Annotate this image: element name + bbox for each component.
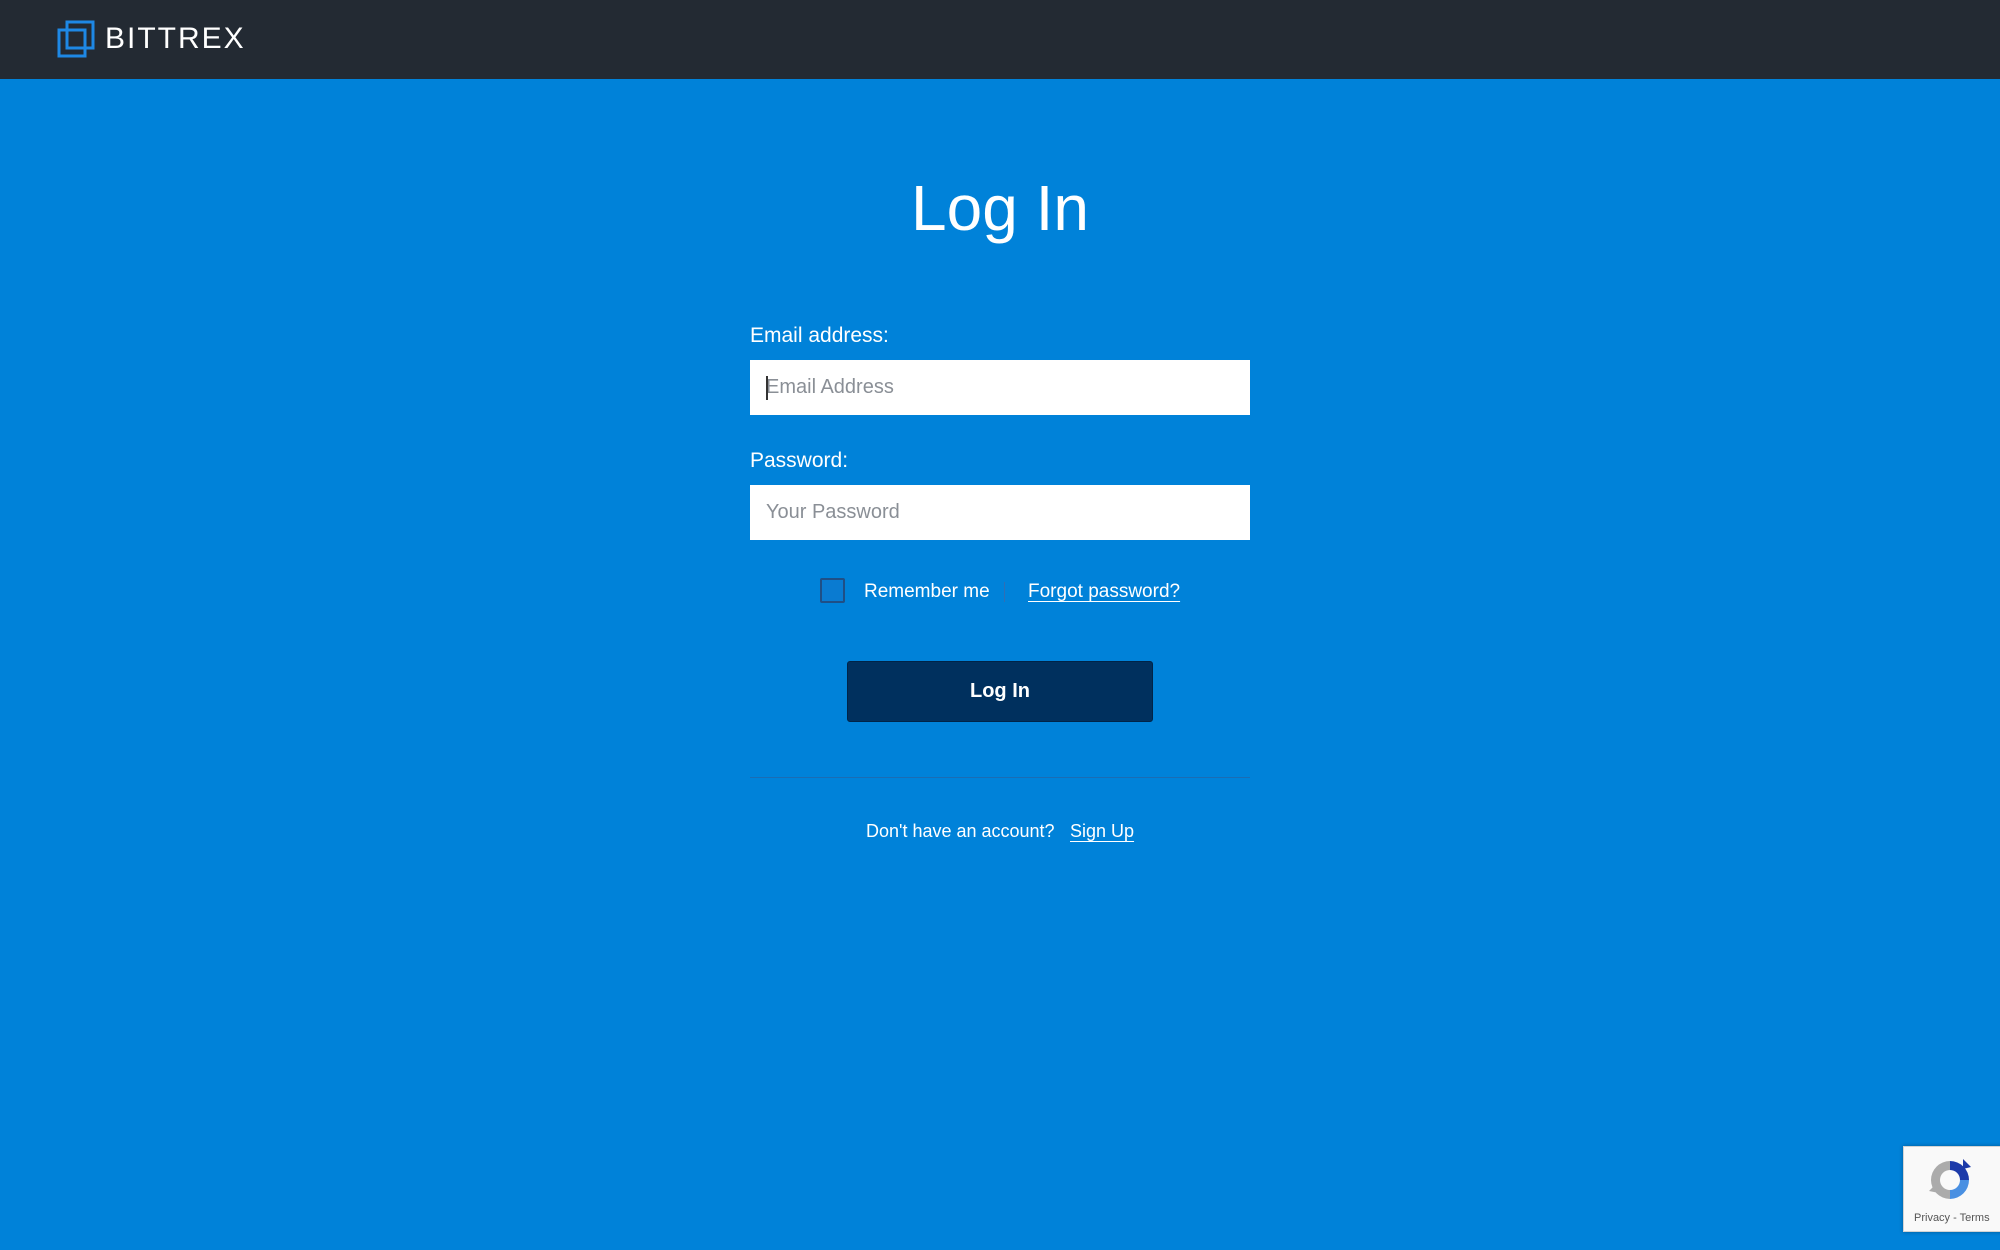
bittrex-logo-icon[interactable]: [57, 20, 95, 58]
remember-me-label[interactable]: Remember me: [864, 578, 990, 606]
horizontal-divider: [750, 777, 1250, 778]
recaptcha-separator: -: [1950, 1212, 1960, 1224]
recaptcha-icon: [1929, 1159, 1971, 1199]
vertical-divider: [1004, 582, 1005, 602]
email-input[interactable]: [750, 360, 1250, 415]
brand-name[interactable]: BITTREX: [105, 19, 246, 59]
sign-up-link[interactable]: Sign Up: [1070, 817, 1134, 845]
recaptcha-privacy-link[interactable]: Privacy: [1914, 1212, 1950, 1224]
signup-prompt: Don't have an account?: [866, 821, 1055, 841]
remember-me-checkbox[interactable]: [820, 578, 845, 603]
recaptcha-terms-link[interactable]: Terms: [1960, 1212, 1990, 1224]
log-in-button[interactable]: Log In: [847, 661, 1153, 722]
recaptcha-badge[interactable]: Privacy - Terms: [1903, 1146, 2000, 1232]
password-label: Password:: [750, 449, 849, 472]
password-input[interactable]: [750, 485, 1250, 540]
email-label: Email address:: [750, 324, 889, 347]
page-title: Log In: [911, 172, 1089, 244]
text-cursor: [766, 376, 768, 400]
forgot-password-link[interactable]: Forgot password?: [1028, 578, 1180, 606]
recaptcha-links: Privacy - Terms: [1914, 1211, 1990, 1225]
top-navbar: BITTREX: [0, 0, 2000, 79]
login-page: BITTREX Log In Email address: Password: …: [0, 0, 2000, 1250]
